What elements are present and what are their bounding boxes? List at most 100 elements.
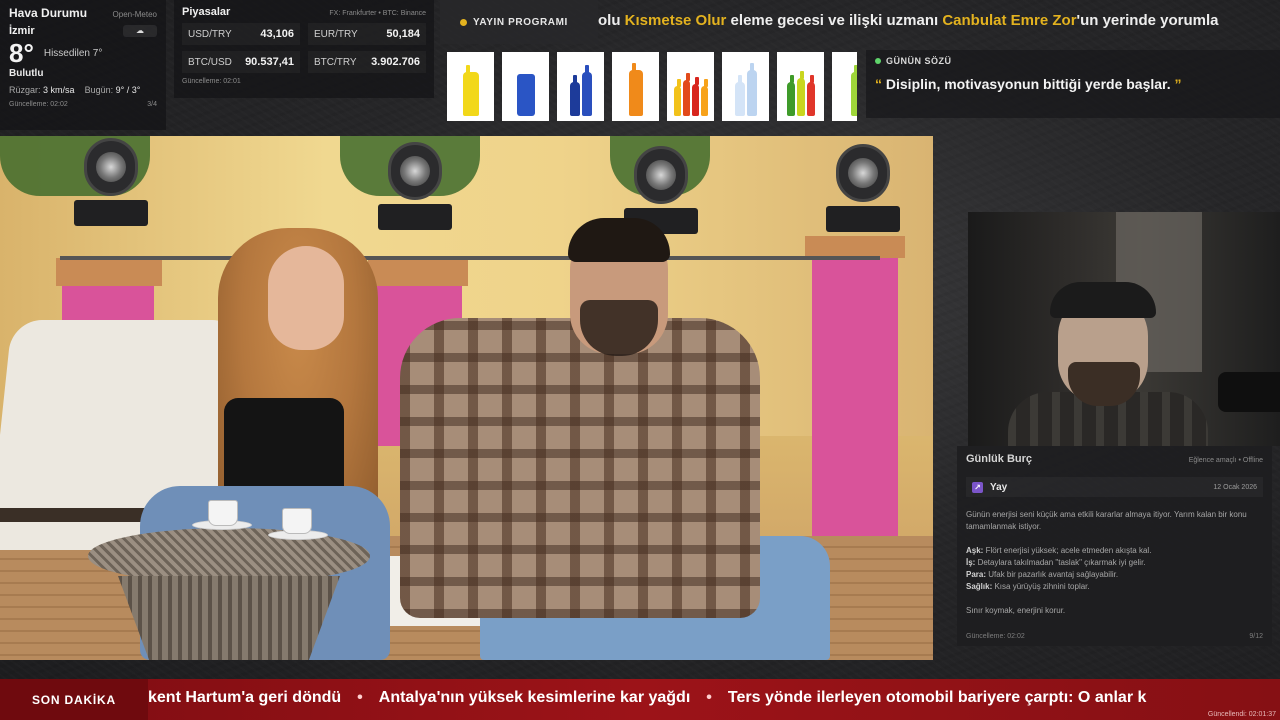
person-woman-face bbox=[268, 246, 344, 350]
coffee-cup-icon bbox=[208, 500, 238, 526]
person-man-hair bbox=[568, 218, 670, 262]
cloud-icon: ☁ bbox=[123, 25, 157, 37]
bottle-icon bbox=[691, 77, 699, 116]
horoscope-sign: Yay bbox=[990, 481, 1008, 493]
pillar-cap bbox=[56, 258, 162, 286]
bottle-icon bbox=[462, 65, 479, 116]
rate-value: 3.902.706 bbox=[371, 56, 420, 68]
rate-value: 90.537,41 bbox=[245, 56, 294, 68]
bottle-icon bbox=[569, 75, 580, 116]
main-video-feed[interactable] bbox=[0, 136, 933, 660]
product-blue-bottles bbox=[557, 52, 604, 121]
markets-updated: Güncelleme: 02:01 bbox=[182, 78, 241, 85]
breaking-news-separator: • bbox=[357, 689, 363, 706]
dot-icon bbox=[460, 18, 467, 26]
product-mixed-sodas bbox=[667, 52, 714, 121]
person-man-shirt bbox=[400, 318, 760, 618]
weather-title: Hava Durumu bbox=[9, 6, 88, 20]
horoscope-item-label: Aşk: bbox=[966, 546, 984, 555]
wind-value: 3 km/sa bbox=[43, 85, 75, 95]
quote-label: GÜNÜN SÖZÜ bbox=[886, 56, 952, 66]
horoscope-intro: Günün enerjisi seni küçük ama etkili kar… bbox=[966, 510, 1247, 531]
lounger-frame bbox=[0, 508, 160, 522]
schedule-badge-label: YAYIN PROGRAMI bbox=[473, 16, 568, 28]
stage-light-icon bbox=[74, 138, 148, 228]
schedule-text: olu Kısmetse Olur eleme gecesi ve ilişki… bbox=[598, 12, 1218, 29]
rate-btc-usd: BTC/USD 90.537,41 bbox=[182, 51, 300, 73]
bottle-icon bbox=[581, 65, 592, 116]
today-value: 9° / 3° bbox=[115, 85, 141, 95]
horoscope-item: Para: Ufak bir pazarlık avantaj sağlayab… bbox=[966, 569, 1263, 581]
breaking-news-label: SON DAKİKA bbox=[0, 679, 148, 720]
rate-value: 50,184 bbox=[386, 28, 420, 40]
bottle-icon bbox=[628, 63, 643, 116]
today-label: Bugün: bbox=[84, 85, 114, 95]
bottle-icon bbox=[700, 79, 708, 116]
product-partial bbox=[832, 52, 857, 121]
pillar-cap bbox=[805, 236, 905, 258]
breaking-news-ticker: kent Hartum'a geri döndü • Antalya'nın yük… bbox=[148, 689, 1146, 707]
product-green-sodas bbox=[777, 52, 824, 121]
bottle-icon bbox=[850, 65, 857, 116]
bottle-icon bbox=[746, 63, 757, 116]
schedule-highlight-guest: Canbulat Emre Zor bbox=[942, 12, 1077, 29]
schedule-badge: YAYIN PROGRAMI bbox=[440, 0, 598, 44]
horoscope-page: 9/12 bbox=[1249, 633, 1263, 640]
weather-updated: Güncelleme: 02:02 bbox=[9, 101, 68, 108]
quote-close-mark: ” bbox=[1174, 76, 1182, 92]
coffee-cup-icon bbox=[282, 508, 312, 534]
weather-stats: Rüzgar: 3 km/sa Bugün: 9° / 3° bbox=[9, 85, 157, 95]
bottle-icon bbox=[734, 75, 745, 116]
bottle-icon bbox=[806, 75, 815, 116]
railing bbox=[60, 256, 880, 260]
can-icon bbox=[516, 74, 535, 116]
bottle-icon bbox=[796, 71, 805, 116]
horoscope-item: Sağlık: Kısa yürüyüş zihnini toplar. bbox=[966, 581, 1263, 593]
horoscope-title: Günlük Burç bbox=[966, 453, 1033, 465]
streamer-hat bbox=[1050, 282, 1156, 318]
pillar-cap bbox=[368, 258, 468, 286]
horoscope-item-label: Sağlık: bbox=[966, 582, 993, 591]
schedule-text-mid: eleme gecesi ve ilişki uzmanı bbox=[726, 12, 943, 29]
rate-btc-try: BTC/TRY 3.902.706 bbox=[308, 51, 426, 73]
schedule-text-pre: olu bbox=[598, 12, 625, 29]
horoscope-item: Aşk: Flört enerjisi yüksek; acele etmede… bbox=[966, 545, 1263, 557]
horoscope-item-label: İş: bbox=[966, 558, 976, 567]
breaking-news-item: Ters yönde ilerleyen otomobil bariyere ç… bbox=[727, 689, 1147, 706]
weather-condition: Bulutlu bbox=[9, 68, 44, 79]
product-can bbox=[502, 52, 549, 121]
wind-label: Rüzgar: bbox=[9, 85, 41, 95]
wicker-table bbox=[88, 528, 370, 584]
rates-grid: USD/TRY 43,106 EUR/TRY 50,184 BTC/USD 90… bbox=[182, 23, 426, 73]
breaking-news-updated: Güncellendi: 02:01:37 bbox=[1207, 711, 1276, 718]
sagittarius-icon: ↗ bbox=[972, 481, 983, 493]
bottle-icon bbox=[786, 75, 795, 116]
schedule-text-post: 'un yerinde yorumla bbox=[1076, 12, 1219, 29]
horoscope-updated: Güncelleme: 02:02 bbox=[966, 633, 1025, 640]
bottle-icon bbox=[673, 79, 681, 116]
horoscope-item-text: Kısa yürüyüş zihnini toplar. bbox=[992, 582, 1090, 591]
horoscope-closing: Sınır koymak, enerjini korur. bbox=[966, 606, 1066, 615]
breaking-news-bar: SON DAKİKA kent Hartum'a geri döndü • Anta… bbox=[0, 679, 1280, 720]
weather-source: Open-Meteo bbox=[112, 10, 157, 19]
weather-feels-like: Hissedilen 7° bbox=[43, 47, 103, 59]
pillar bbox=[812, 258, 898, 558]
sponsor-products-strip bbox=[447, 52, 857, 122]
horoscope-source: Eğlence amaçlı • Offline bbox=[1188, 457, 1263, 464]
product-orange-soda bbox=[612, 52, 659, 121]
live-dot-icon bbox=[875, 58, 881, 64]
horoscope-date: 12 Ocak 2026 bbox=[1213, 483, 1257, 491]
rate-value: 43,106 bbox=[260, 28, 294, 40]
webcam-feed[interactable] bbox=[968, 212, 1280, 446]
horoscope-item-text: Flört enerjisi yüksek; acele etmeden akı… bbox=[983, 546, 1152, 555]
weather-page: 3/4 bbox=[147, 101, 157, 108]
breaking-news-item: Antalya'nın yüksek kesimlerine kar yağdı bbox=[378, 689, 691, 706]
bottle-icon bbox=[682, 73, 690, 116]
microphone-icon bbox=[1218, 372, 1280, 412]
product-lemon-soda bbox=[447, 52, 494, 121]
wicker-table-base bbox=[118, 576, 340, 660]
horoscope-item-label: Para: bbox=[966, 570, 987, 579]
horoscope-item-text: Ufak bir pazarlık avantaj sağlayabilir. bbox=[986, 570, 1119, 579]
schedule-ticker: YAYIN PROGRAMI olu Kısmetse Olur eleme g… bbox=[440, 0, 1280, 44]
horoscope-sign-row: ↗ Yay 12 Ocak 2026 bbox=[966, 477, 1263, 497]
